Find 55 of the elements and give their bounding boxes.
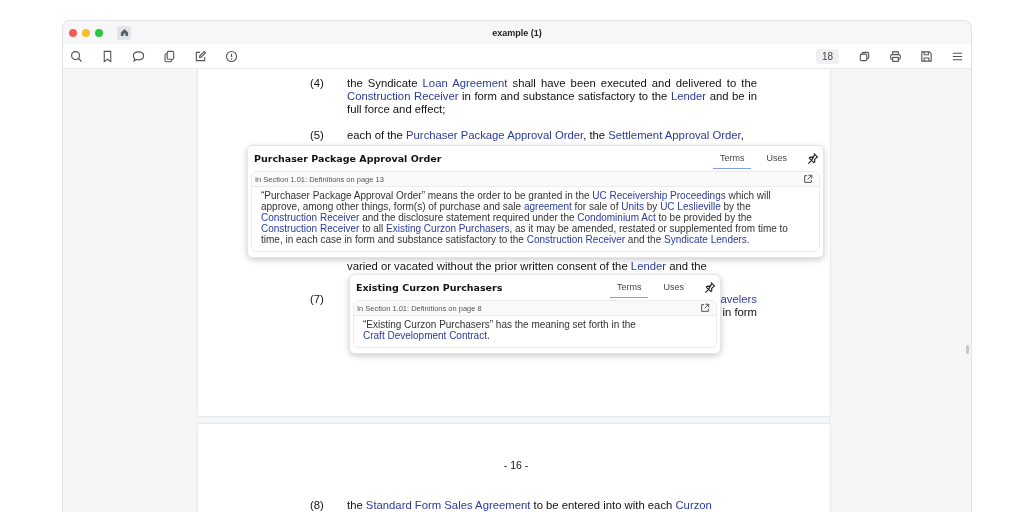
open-external-icon[interactable] xyxy=(803,174,813,184)
term-link[interactable]: Condominium Act xyxy=(577,212,656,223)
clause-text: varied or vacated without the prior written consent of the Lender and the xyxy=(347,260,708,273)
term-link[interactable]: Construction Receiver xyxy=(261,223,360,234)
copy-icon[interactable] xyxy=(163,49,176,63)
term-link[interactable]: UC Leslieville xyxy=(660,201,721,212)
page-number: - 16 - xyxy=(502,459,530,471)
popup-tab[interactable]: Uses xyxy=(759,148,794,169)
popup-tab[interactable]: Terms xyxy=(610,277,649,298)
popup-tab[interactable]: Uses xyxy=(656,277,691,298)
term-link[interactable]: Units xyxy=(621,201,644,212)
term-link[interactable]: Lender xyxy=(630,260,667,272)
pin-icon[interactable] xyxy=(703,281,716,294)
term-link[interactable]: agreement xyxy=(523,201,572,212)
edit-icon[interactable] xyxy=(194,49,207,63)
term-link[interactable]: Standard Form Sales Agreement xyxy=(365,499,531,511)
clause-text: the Standard Form Sales Agreement to be entered into with each Curzon xyxy=(347,499,713,512)
clause-text: in form xyxy=(722,306,757,319)
term-link[interactable]: avelers xyxy=(720,293,757,306)
definition-text: “Purchaser Package Approval Order” means the order to be granted in the UC Receivership Proceedings which will approve, among other things, form(s) of purchase and sale agreement for sale of Units by UC Leslieville by the Construction Receiver and the disclosure statement required under the Condominium Act to be provided by the Construction Receiver to all Existing Curzon Purchasers, as it may be amended, restated or supplemented from time to time, in each case in form and substance satisfactory to the Construction Receiver and the Syndicate Lenders. xyxy=(260,189,789,247)
pin-icon[interactable] xyxy=(806,152,819,165)
term-link[interactable]: UC Receivership Proceedings xyxy=(592,190,726,201)
term-link[interactable]: Craft Development Contract xyxy=(363,330,487,341)
popup-title: Purchaser Package Approval Order xyxy=(254,153,442,164)
info-icon[interactable] xyxy=(225,49,238,63)
definition-text: “Existing Curzon Purchasers” has the meaning set forth in the Craft Development Contract. xyxy=(362,318,637,343)
clause-text: each of the Purchaser Package Approval Order, the Settlement Approval Order, xyxy=(347,129,745,142)
pages-icon[interactable] xyxy=(858,49,871,63)
term-link[interactable]: Construction Receiver xyxy=(526,234,626,245)
popup-title: Existing Curzon Purchasers xyxy=(356,282,503,293)
home-button[interactable] xyxy=(117,25,131,40)
open-external-icon[interactable] xyxy=(700,303,710,313)
close-button[interactable] xyxy=(69,28,77,37)
print-icon[interactable] xyxy=(889,49,902,63)
term-link[interactable]: Purchaser Package Approval Order xyxy=(406,129,584,141)
popup-tab[interactable]: Terms xyxy=(713,148,752,169)
comment-icon[interactable] xyxy=(132,49,145,63)
term-link[interactable]: Settlement Approval Order xyxy=(608,129,741,141)
page-number-field[interactable]: 18 xyxy=(815,48,839,64)
term-link[interactable]: Construction Receiver xyxy=(261,212,360,223)
clause-number: (8) xyxy=(310,499,325,512)
clause-number: (7) xyxy=(310,293,325,307)
scrollbar-thumb[interactable] xyxy=(966,345,969,354)
window-title: example (1) xyxy=(491,27,543,38)
search-icon[interactable] xyxy=(70,49,83,63)
term-link[interactable]: Lender xyxy=(670,90,707,102)
term-link[interactable]: Loan Agreement xyxy=(422,77,508,89)
clause-text: the Syndicate Loan Agreement shall have been executed and delivered to the Construction Receiver in form and substance satisfactory to the Lender and be in full force and effect; xyxy=(347,77,757,116)
bookmark-icon[interactable] xyxy=(101,49,114,63)
term-link[interactable]: Curzon xyxy=(675,499,712,511)
clause-number: (4) xyxy=(310,77,325,91)
save-icon[interactable] xyxy=(920,49,933,63)
term-link[interactable]: Syndicate Lenders xyxy=(664,234,747,245)
term-link[interactable]: Construction Receiver xyxy=(347,90,459,102)
clause-number: (5) xyxy=(310,129,325,142)
